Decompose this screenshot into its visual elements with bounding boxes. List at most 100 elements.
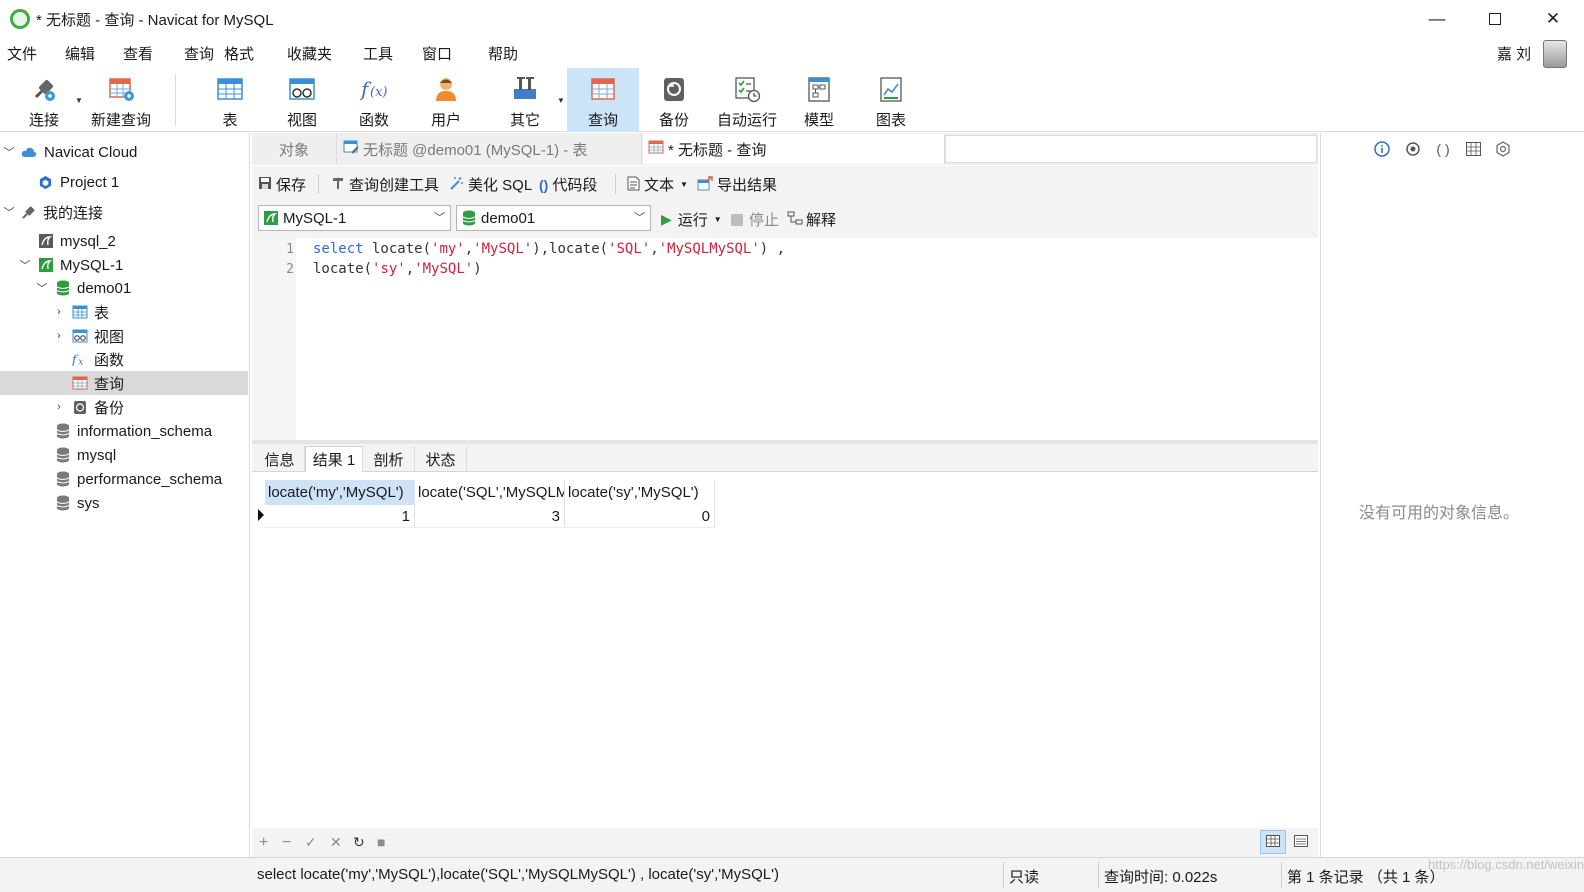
query-button[interactable]: 查询 — [567, 68, 639, 132]
tab-strip-empty — [945, 135, 1317, 163]
menu-tools[interactable]: 工具 — [363, 43, 393, 64]
user-button[interactable]: 用户 — [421, 68, 471, 132]
mysql-connection-icon — [38, 233, 54, 249]
delete-record-button[interactable]: − — [282, 834, 291, 852]
explain-button[interactable]: 解释 — [787, 209, 836, 230]
tree-item-navicat-cloud[interactable]: ﹀ Navicat Cloud — [0, 140, 248, 164]
tree-item-my-connections[interactable]: ﹀ 我的连接 — [0, 200, 248, 224]
discard-changes-button[interactable]: ✕ — [330, 834, 342, 851]
export-results-button[interactable]: 导出结果 — [697, 174, 777, 195]
backup-button[interactable]: 备份 — [649, 68, 699, 132]
tree-item-tables[interactable]: › 表 — [0, 300, 248, 324]
close-button[interactable]: ✕ — [1524, 0, 1582, 38]
new-query-button[interactable]: 新建查询 — [88, 68, 154, 132]
apply-changes-button[interactable]: ✓ — [305, 834, 317, 851]
connect-button[interactable]: 连接 — [18, 68, 70, 132]
tree-item-mysql-1[interactable]: ﹀ MySQL-1 — [0, 253, 248, 277]
function-button[interactable]: f (x) 函数 — [349, 68, 399, 132]
chevron-right-icon[interactable]: › — [53, 330, 65, 342]
chevron-down-icon[interactable]: ﹀ — [3, 204, 15, 220]
svg-text:(x): (x) — [370, 85, 387, 100]
model-button[interactable]: 模型 — [794, 68, 844, 132]
tab-info[interactable]: 信息 — [255, 446, 305, 472]
menu-help[interactable]: 帮助 — [488, 43, 518, 64]
beautify-sql-button[interactable]: 美化 SQL — [449, 174, 532, 195]
tree-item-functions[interactable]: fx 函数 — [0, 347, 248, 371]
add-record-button[interactable]: + — [259, 834, 268, 852]
database-select[interactable]: demo01 ﹀ — [456, 205, 651, 231]
tree-item-label: Navicat Cloud — [44, 143, 138, 161]
view-icon — [287, 74, 317, 104]
chevron-right-icon[interactable]: › — [53, 401, 65, 413]
minimize-button[interactable]: — — [1408, 0, 1466, 38]
tab-result-1[interactable]: 结果 1 — [305, 446, 363, 472]
chevron-down-icon[interactable]: ﹀ — [3, 144, 15, 160]
tree-item-information-schema[interactable]: information_schema — [0, 419, 248, 443]
table-button[interactable]: 表 — [205, 68, 255, 132]
menu-file[interactable]: 文件 — [7, 43, 37, 64]
column-header[interactable]: locate('sy','MySQL') — [565, 480, 715, 505]
menu-format[interactable]: 格式 — [224, 43, 254, 64]
column-header[interactable]: locate('SQL','MySQLMySQL') — [415, 480, 565, 505]
settings-icon[interactable] — [1494, 140, 1512, 158]
refresh-button[interactable]: ↻ — [353, 834, 365, 851]
menu-window[interactable]: 窗口 — [422, 43, 452, 64]
menu-edit[interactable]: 编辑 — [65, 43, 95, 64]
tree-item-performance-schema[interactable]: performance_schema — [0, 467, 248, 491]
text-mode-label: 文本 — [644, 177, 675, 194]
table-cell[interactable]: 0 — [565, 505, 715, 528]
connect-dropdown-icon[interactable]: ▼ — [75, 96, 83, 105]
tree-item-sys[interactable]: sys — [0, 491, 248, 515]
menu-view[interactable]: 查看 — [123, 43, 153, 64]
preview-icon[interactable] — [1404, 140, 1422, 158]
grid-view-button[interactable] — [1260, 830, 1286, 854]
tab-query[interactable]: * 无标题 - 查询 — [643, 134, 945, 164]
save-button[interactable]: 保存 — [258, 174, 306, 195]
query-builder-button[interactable]: 查询创建工具 — [331, 174, 439, 195]
view-button[interactable]: 视图 — [277, 68, 327, 132]
tab-status[interactable]: 状态 — [415, 446, 467, 472]
info-icon[interactable] — [1373, 140, 1391, 158]
ddl-icon[interactable]: ( ) — [1434, 140, 1452, 158]
columns-icon[interactable] — [1464, 140, 1482, 158]
stop-button[interactable]: ■ — [377, 834, 385, 850]
auto-run-button[interactable]: 自动运行 — [714, 68, 780, 132]
code-snippet-label: 代码段 — [552, 177, 598, 194]
chevron-down-icon[interactable]: ﹀ — [36, 280, 48, 296]
connection-select[interactable]: MySQL-1 ﹀ — [258, 205, 451, 231]
maximize-button[interactable] — [1466, 0, 1524, 38]
sql-editor[interactable]: 1 2 select locate('my','MySQL'),locate('… — [252, 238, 1318, 440]
plug-icon — [21, 204, 37, 220]
column-header[interactable]: locate('my','MySQL') — [265, 480, 415, 505]
chevron-down-icon: ▼ — [680, 180, 688, 189]
user-name[interactable]: 嘉 刘 — [1497, 43, 1531, 64]
chevron-right-icon[interactable]: › — [53, 306, 65, 318]
code-snippet-button[interactable]: () 代码段 — [539, 174, 597, 195]
tab-objects[interactable]: 对象 — [252, 134, 337, 164]
avatar[interactable] — [1543, 40, 1567, 68]
chart-button[interactable]: 图表 — [866, 68, 916, 132]
tree-item-project[interactable]: Project 1 — [0, 170, 248, 194]
other-dropdown-icon[interactable]: ▼ — [557, 96, 565, 105]
menu-query[interactable]: 查询 — [184, 43, 214, 64]
tree-item-mysql-2[interactable]: mysql_2 — [0, 229, 248, 253]
tab-table-design[interactable]: 无标题 @demo01 (MySQL-1) - 表 — [338, 134, 642, 164]
table-cell[interactable]: 3 — [415, 505, 565, 528]
sql-string: 'my' — [431, 241, 465, 257]
tree-item-demo01[interactable]: ﹀ demo01 — [0, 276, 248, 300]
form-view-button[interactable] — [1288, 830, 1314, 854]
menu-favorites[interactable]: 收藏夹 — [287, 43, 332, 64]
chevron-down-icon[interactable]: ﹀ — [19, 257, 31, 273]
stop-button[interactable]: 停止 — [731, 209, 779, 230]
other-button[interactable]: 其它 — [499, 68, 551, 132]
run-button[interactable]: ▶ 运行 ▼ — [661, 209, 722, 230]
tree-item-queries[interactable]: 查询 — [0, 371, 248, 395]
tab-profile[interactable]: 剖析 — [363, 446, 415, 472]
tree-item-views[interactable]: › 视图 — [0, 324, 248, 348]
window-title: * 无标题 - 查询 - Navicat for MySQL — [36, 11, 274, 29]
text-mode-button[interactable]: 文本 ▼ — [627, 174, 688, 195]
tree-item-mysql-db[interactable]: mysql — [0, 443, 248, 467]
table-cell[interactable]: 1 — [265, 505, 415, 528]
cell-value: 0 — [701, 507, 710, 525]
tree-item-backups[interactable]: › 备份 — [0, 395, 248, 419]
